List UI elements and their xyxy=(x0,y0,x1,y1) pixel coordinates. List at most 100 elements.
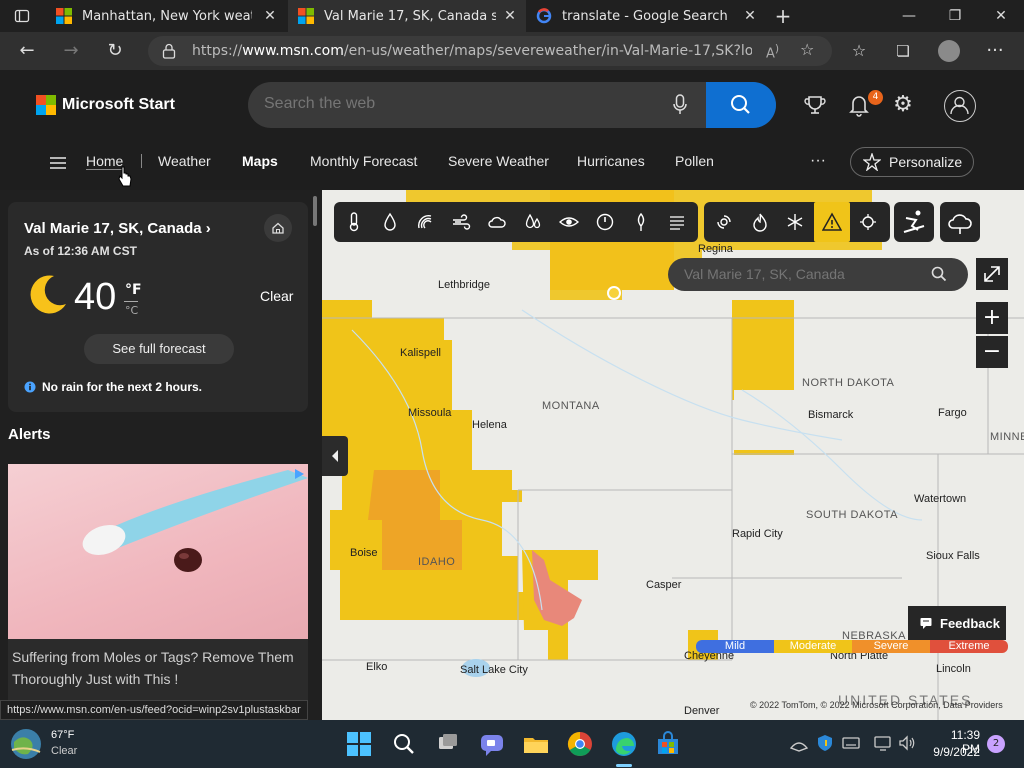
address-bar[interactable]: https://www.msn.com/en-us/weather/maps/s… xyxy=(148,36,832,66)
nav-monthly-forecast[interactable]: Monthly Forecast xyxy=(310,153,417,169)
rewards-trophy-icon[interactable] xyxy=(802,92,828,118)
close-window-icon[interactable]: ✕ xyxy=(978,0,1024,32)
panel-scrollbar[interactable] xyxy=(313,196,317,226)
windows-start-icon[interactable] xyxy=(345,730,373,758)
hail-layer-button[interactable] xyxy=(940,202,980,242)
profile-avatar[interactable] xyxy=(938,40,960,62)
more-nav-icon[interactable]: ··· xyxy=(810,152,826,170)
edge-browser-icon[interactable] xyxy=(610,730,638,758)
personalize-button[interactable]: Personalize xyxy=(850,147,974,177)
new-tab-icon[interactable]: + xyxy=(772,4,794,28)
favorites-icon[interactable]: ☆ xyxy=(844,36,874,66)
close-tab-icon[interactable]: ✕ xyxy=(742,8,758,24)
notification-count-badge[interactable]: 2 xyxy=(987,735,1005,753)
taskbar-clock-date[interactable]: 9/9/2022 xyxy=(924,745,980,759)
current-weather-card: Val Marie 17, SK, Canada › As of 12:36 A… xyxy=(8,202,308,412)
wildfire-layer-icon[interactable] xyxy=(742,202,778,242)
taskbar-search-icon[interactable] xyxy=(390,730,418,758)
browser-tab-2[interactable]: Val Marie 17, SK, Canada severe ✕ xyxy=(288,0,526,32)
notification-badge: 4 xyxy=(868,90,883,105)
pollen-layer-icon[interactable] xyxy=(623,202,659,242)
zoom-out-button[interactable]: − xyxy=(976,336,1008,368)
severe-alert-layer-icon[interactable] xyxy=(814,202,850,242)
network-offline-icon[interactable] xyxy=(789,734,809,756)
wind-layer-icon[interactable] xyxy=(443,202,479,242)
search-button[interactable] xyxy=(706,82,776,128)
see-full-forecast-button[interactable]: See full forecast xyxy=(84,334,234,364)
location-link[interactable]: Val Marie 17, SK, Canada › xyxy=(24,220,211,237)
celsius-toggle[interactable]: °C xyxy=(125,304,138,317)
collections-icon[interactable]: ❏ xyxy=(888,36,918,66)
nav-pollen[interactable]: Pollen xyxy=(675,153,714,169)
collapse-panel-button[interactable] xyxy=(322,436,348,476)
keyboard-icon[interactable] xyxy=(842,734,860,756)
fahrenheit-toggle[interactable]: °F xyxy=(125,282,142,298)
close-tab-icon[interactable]: ✕ xyxy=(262,8,278,24)
legend-extreme: Extreme xyxy=(930,640,1008,653)
left-panel: Val Marie 17, SK, Canada › As of 12:36 A… xyxy=(0,190,322,720)
search-input[interactable] xyxy=(264,95,644,113)
browser-tab-1[interactable]: Manhattan, New York weather fo ✕ xyxy=(46,0,286,32)
ad-text[interactable]: Suffering from Moles or Tags? Remove The… xyxy=(12,646,304,690)
file-explorer-icon[interactable] xyxy=(522,730,550,758)
web-search-box[interactable] xyxy=(248,82,776,128)
account-avatar[interactable] xyxy=(944,90,976,122)
earthquake-layer-icon[interactable] xyxy=(850,202,886,242)
teams-chat-icon[interactable] xyxy=(478,730,506,758)
temperature-layer-icon[interactable] xyxy=(336,202,372,242)
map-attribution: © 2022 TomTom, © 2022 Microsoft Corporat… xyxy=(750,700,1003,710)
back-icon[interactable]: ← xyxy=(12,36,42,66)
forward-icon[interactable]: → xyxy=(56,36,86,66)
browser-tab-3[interactable]: translate - Google Search ✕ xyxy=(526,0,766,32)
humidity-layer-icon[interactable] xyxy=(515,202,551,242)
zoom-in-button[interactable]: + xyxy=(976,302,1008,334)
nav-divider xyxy=(141,154,142,168)
nav-hurricanes[interactable]: Hurricanes xyxy=(577,153,645,169)
legend-moderate: Moderate xyxy=(774,640,852,653)
browser-tab-bar: Manhattan, New York weather fo ✕ Val Mar… xyxy=(0,0,1024,32)
city-label: Kalispell xyxy=(400,347,441,359)
minimize-icon[interactable]: — xyxy=(886,0,932,32)
volume-icon[interactable] xyxy=(898,734,916,756)
nav-severe-weather[interactable]: Severe Weather xyxy=(448,153,549,169)
close-tab-icon[interactable]: ✕ xyxy=(502,8,518,24)
nav-weather[interactable]: Weather xyxy=(158,153,211,169)
map-search-input[interactable] xyxy=(684,266,924,282)
display-icon[interactable] xyxy=(874,734,892,756)
more-menu-icon[interactable]: ··· xyxy=(980,36,1010,66)
radar-layer-icon[interactable] xyxy=(407,202,443,242)
chrome-icon[interactable] xyxy=(566,730,594,758)
tab-actions-icon[interactable] xyxy=(14,8,30,24)
city-label: Fargo xyxy=(938,407,967,419)
alerts-layer-toolbar xyxy=(704,202,890,242)
pressure-layer-icon[interactable] xyxy=(587,202,623,242)
nav-maps[interactable]: Maps xyxy=(242,153,278,169)
ad-choices-icon[interactable] xyxy=(292,466,306,480)
security-shield-icon[interactable] xyxy=(816,734,834,756)
weather-widget[interactable] xyxy=(8,728,44,760)
fullscreen-button[interactable] xyxy=(976,258,1008,290)
current-temperature: 40 xyxy=(74,276,117,318)
feedback-button[interactable]: Feedback xyxy=(908,606,1006,640)
microsoft-start-logo[interactable]: Microsoft Start xyxy=(36,95,175,115)
ad-card[interactable]: Suffering from Moles or Tags? Remove The… xyxy=(8,464,308,714)
hurricane-layer-icon[interactable] xyxy=(706,202,742,242)
settings-gear-icon[interactable]: ⚙ xyxy=(890,92,916,118)
visibility-layer-icon[interactable] xyxy=(551,202,587,242)
home-location-button[interactable] xyxy=(264,214,292,242)
store-icon[interactable] xyxy=(654,730,682,758)
lock-icon[interactable] xyxy=(162,43,176,59)
cloud-layer-icon[interactable] xyxy=(479,202,515,242)
task-view-icon[interactable] xyxy=(434,730,462,758)
refresh-icon[interactable]: ↻ xyxy=(100,36,130,66)
precipitation-layer-icon[interactable] xyxy=(372,202,408,242)
air-quality-layer-icon[interactable] xyxy=(659,202,695,242)
restore-icon[interactable]: ❐ xyxy=(932,0,978,32)
map-location-search[interactable] xyxy=(668,258,968,291)
state-label: IDAHO xyxy=(418,556,456,568)
add-favorite-icon[interactable]: ☆ xyxy=(800,40,814,59)
winter-layer-icon[interactable] xyxy=(777,202,813,242)
ski-layer-button[interactable] xyxy=(894,202,934,242)
microphone-icon[interactable] xyxy=(672,94,688,116)
read-aloud-icon[interactable]: A) xyxy=(766,42,779,61)
